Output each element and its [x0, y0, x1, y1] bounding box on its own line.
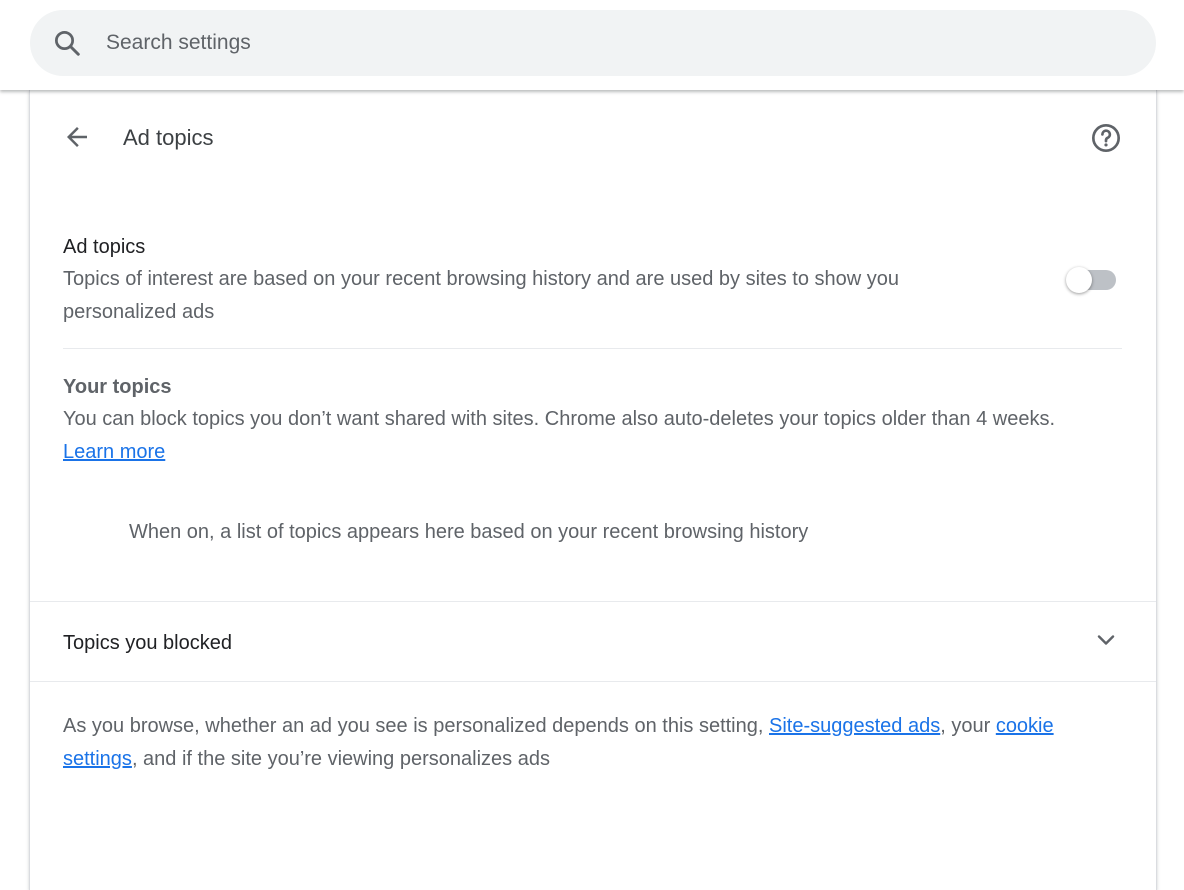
- back-arrow-icon[interactable]: [62, 122, 92, 152]
- topics-empty-state: When on, a list of topics appears here b…: [129, 521, 809, 543]
- search-bar[interactable]: Search settings: [30, 10, 1156, 76]
- your-topics-heading: Your topics: [63, 376, 172, 398]
- page-title: Ad topics: [123, 125, 214, 150]
- footer-text: As you browse, whether an ad you see is …: [63, 715, 769, 737]
- divider: [30, 681, 1156, 682]
- divider: [63, 348, 1122, 349]
- help-icon[interactable]: [1090, 122, 1122, 154]
- your-topics-text: You can block topics you don’t want shar…: [63, 408, 1056, 430]
- site-suggested-ads-link[interactable]: Site-suggested ads: [769, 715, 940, 737]
- search-input[interactable]: Search settings: [106, 31, 251, 55]
- footer-text: , your: [940, 715, 996, 737]
- top-toolbar: Search settings: [0, 0, 1184, 90]
- ad-topics-setting-title: Ad topics: [63, 236, 146, 258]
- topics-you-blocked-label: Topics you blocked: [63, 632, 232, 654]
- ad-topics-toggle[interactable]: [1066, 267, 1120, 293]
- ad-topics-setting-description: Topics of interest are based on your rec…: [63, 268, 900, 323]
- search-icon: [55, 31, 80, 56]
- learn-more-link[interactable]: Learn more: [63, 441, 165, 463]
- your-topics-description: You can block topics you don’t want shar…: [63, 403, 1093, 469]
- ad-topics-page: Ad topics Ad topics Topics of interest a…: [29, 90, 1157, 890]
- chevron-down-icon[interactable]: [1094, 628, 1118, 652]
- footer-note: As you browse, whether an ad you see is …: [63, 710, 1128, 776]
- toggle-knob: [1066, 267, 1092, 293]
- footer-text: , and if the site you’re viewing persona…: [131, 748, 550, 770]
- topics-you-blocked-row[interactable]: Topics you blocked: [30, 602, 1156, 681]
